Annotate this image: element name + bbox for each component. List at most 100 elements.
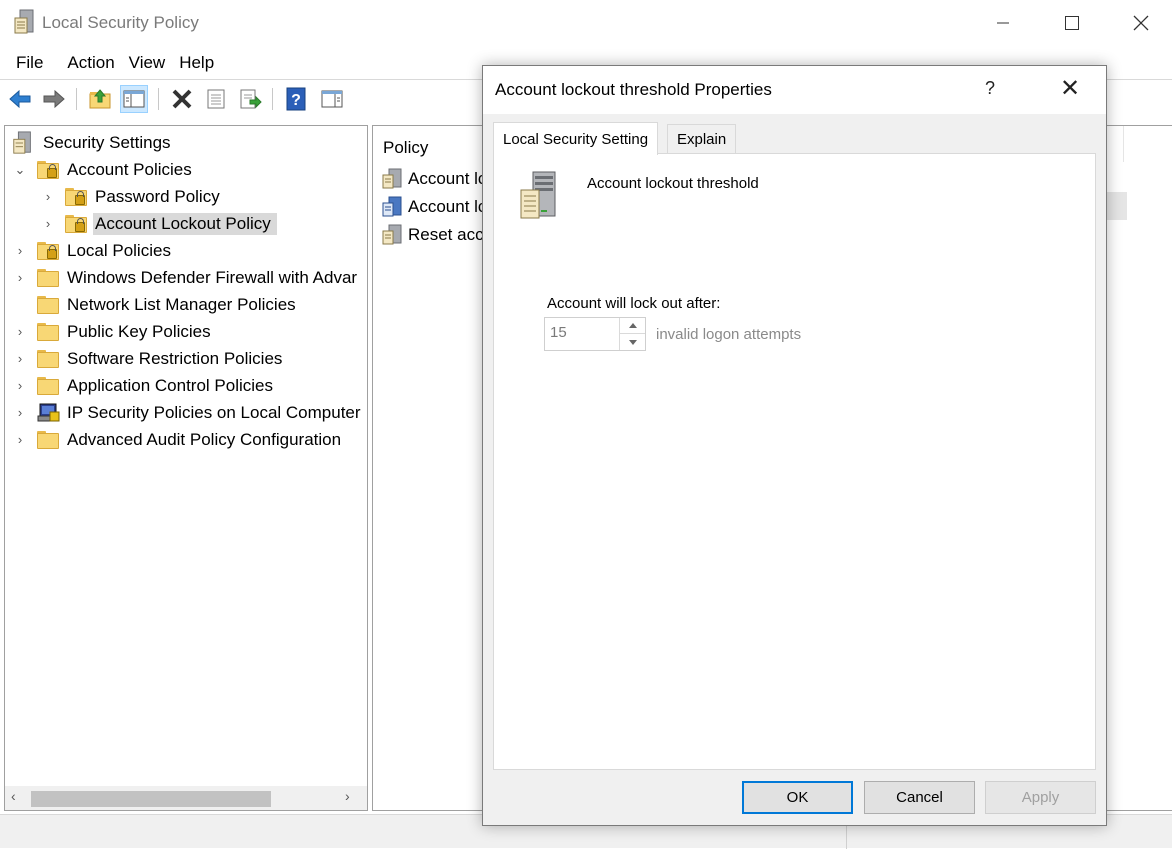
back-arrow-icon bbox=[9, 89, 31, 109]
chevron-right-icon[interactable]: › bbox=[13, 324, 27, 339]
close-icon bbox=[1133, 15, 1149, 31]
policy-row[interactable]: Account lc bbox=[381, 194, 486, 220]
tree-label: Advanced Audit Policy Configuration bbox=[67, 429, 342, 449]
chevron-right-icon[interactable]: › bbox=[13, 432, 27, 447]
policy-row-label: Account lc bbox=[408, 197, 487, 216]
tab-local-security-setting[interactable]: Local Security Setting bbox=[493, 122, 659, 155]
tree-item-application-control[interactable]: › Application Control Policies bbox=[13, 373, 279, 398]
back-button[interactable] bbox=[6, 85, 34, 113]
menu-action[interactable]: Action bbox=[67, 50, 114, 78]
ok-button[interactable]: OK bbox=[742, 781, 853, 814]
show-hide-tree-icon bbox=[123, 90, 145, 108]
tree-label: Network List Manager Policies bbox=[67, 294, 296, 314]
dialog-help-button[interactable]: ? bbox=[985, 78, 995, 99]
maximize-button[interactable] bbox=[1037, 0, 1107, 46]
lockout-label: Account will lock out after: bbox=[547, 295, 721, 312]
policy-icon bbox=[382, 196, 402, 217]
folder-icon bbox=[37, 322, 59, 341]
menu-view[interactable]: View bbox=[129, 50, 166, 78]
tree-item-password-policy[interactable]: › Password Policy bbox=[41, 184, 226, 209]
show-hide-tree-button[interactable] bbox=[120, 85, 148, 113]
properties-button[interactable] bbox=[202, 85, 230, 113]
chevron-right-icon[interactable]: › bbox=[13, 405, 27, 420]
up-folder-icon bbox=[89, 89, 111, 109]
tree-label: Account Lockout Policy bbox=[93, 212, 277, 235]
scroll-left-icon[interactable]: ‹ bbox=[11, 788, 16, 804]
tab-explain[interactable]: Explain bbox=[667, 124, 737, 154]
lockout-threshold-stepper[interactable]: 15 bbox=[544, 317, 646, 351]
folder-icon bbox=[37, 268, 59, 287]
export-list-icon bbox=[240, 89, 262, 109]
dialog-close-button[interactable]: ✕ bbox=[1055, 74, 1085, 103]
policy-server-icon bbox=[520, 171, 556, 219]
forward-button[interactable] bbox=[40, 85, 68, 113]
folder-lock-icon bbox=[37, 241, 59, 260]
tree-label: IP Security Policies on Local Computer bbox=[67, 402, 361, 422]
chevron-right-icon[interactable]: › bbox=[41, 189, 55, 204]
stepper-buttons bbox=[619, 318, 645, 350]
folder-lock-icon bbox=[65, 187, 87, 206]
policy-row[interactable]: Account lc bbox=[381, 166, 486, 192]
chevron-right-icon[interactable]: › bbox=[13, 270, 27, 285]
console-tree-pane[interactable]: Security Settings ⌄ Account Policies › P… bbox=[4, 125, 368, 811]
tree-label: Application Control Policies bbox=[67, 375, 273, 395]
tree-root-security-settings[interactable]: Security Settings bbox=[11, 130, 177, 155]
stepper-down-button[interactable] bbox=[620, 334, 645, 350]
cancel-button[interactable]: Cancel bbox=[864, 781, 975, 814]
security-settings-icon bbox=[13, 130, 31, 154]
window-title: Local Security Policy bbox=[42, 13, 199, 32]
show-action-pane-button[interactable] bbox=[318, 85, 346, 113]
tree-item-software-restriction[interactable]: › Software Restriction Policies bbox=[13, 346, 288, 371]
tree-item-local-policies[interactable]: › Local Policies bbox=[13, 238, 177, 263]
tree-item-account-lockout-policy[interactable]: › Account Lockout Policy bbox=[41, 211, 277, 236]
folder-icon bbox=[37, 376, 59, 395]
tree-item-public-key-policies[interactable]: › Public Key Policies bbox=[13, 319, 217, 344]
folder-icon bbox=[37, 430, 59, 449]
chevron-right-icon[interactable]: › bbox=[41, 216, 55, 231]
delete-button[interactable] bbox=[168, 85, 196, 113]
chevron-right-icon[interactable]: › bbox=[13, 351, 27, 366]
stepper-up-button[interactable] bbox=[620, 318, 645, 334]
tree-item-ip-security[interactable]: › IP Security Policies on Local Computer bbox=[13, 400, 367, 425]
tree-item-advanced-audit[interactable]: › Advanced Audit Policy Configuration bbox=[13, 427, 347, 452]
chevron-right-icon[interactable]: › bbox=[13, 243, 27, 258]
close-window-button[interactable] bbox=[1106, 0, 1172, 46]
apply-button[interactable]: Apply bbox=[985, 781, 1096, 814]
security-policy-app-icon bbox=[14, 9, 34, 34]
help-button[interactable]: ? bbox=[282, 85, 310, 113]
chevron-down-icon bbox=[628, 339, 637, 345]
svg-text:?: ? bbox=[291, 92, 301, 109]
maximize-icon bbox=[1065, 16, 1079, 30]
tree-label: Account Policies bbox=[67, 159, 192, 179]
help-icon: ? bbox=[286, 87, 306, 111]
scroll-right-icon[interactable]: › bbox=[345, 788, 350, 804]
up-one-level-button[interactable] bbox=[86, 85, 114, 113]
properties-dialog: Account lockout threshold Properties ? ✕… bbox=[482, 65, 1107, 826]
chevron-up-icon bbox=[628, 323, 637, 328]
tree-label: Public Key Policies bbox=[67, 321, 211, 341]
column-header-policy[interactable]: Policy bbox=[383, 138, 428, 158]
tree-item-windows-defender-firewall[interactable]: › Windows Defender Firewall with Advar bbox=[13, 265, 363, 290]
policy-row-label: Reset acco bbox=[408, 225, 494, 244]
folder-icon bbox=[37, 295, 59, 314]
menu-bar: File Action View Help bbox=[0, 50, 214, 78]
selected-row-highlight bbox=[1105, 192, 1127, 220]
horizontal-scrollbar[interactable]: ‹ › bbox=[5, 786, 367, 810]
policy-row[interactable]: Reset acco bbox=[381, 222, 493, 248]
threshold-value[interactable]: 15 bbox=[550, 324, 567, 341]
chevron-right-icon[interactable]: › bbox=[13, 378, 27, 393]
minimize-button[interactable] bbox=[968, 0, 1038, 46]
export-list-button[interactable] bbox=[236, 85, 264, 113]
menu-file[interactable]: File bbox=[0, 50, 53, 78]
show-action-pane-icon bbox=[321, 90, 343, 108]
dialog-title: Account lockout threshold Properties bbox=[495, 80, 772, 99]
dialog-title-bar[interactable]: Account lockout threshold Properties ? ✕ bbox=[483, 66, 1106, 114]
title-bar[interactable]: Local Security Policy bbox=[0, 0, 1172, 46]
menu-help[interactable]: Help bbox=[179, 50, 214, 78]
scrollbar-thumb[interactable] bbox=[31, 791, 271, 807]
policy-icon bbox=[382, 224, 402, 245]
tree-item-network-list-manager[interactable]: Network List Manager Policies bbox=[13, 292, 302, 317]
chevron-down-icon[interactable]: ⌄ bbox=[13, 162, 27, 177]
tree-item-account-policies[interactable]: ⌄ Account Policies bbox=[13, 157, 198, 182]
tree-label: Security Settings bbox=[43, 132, 171, 152]
